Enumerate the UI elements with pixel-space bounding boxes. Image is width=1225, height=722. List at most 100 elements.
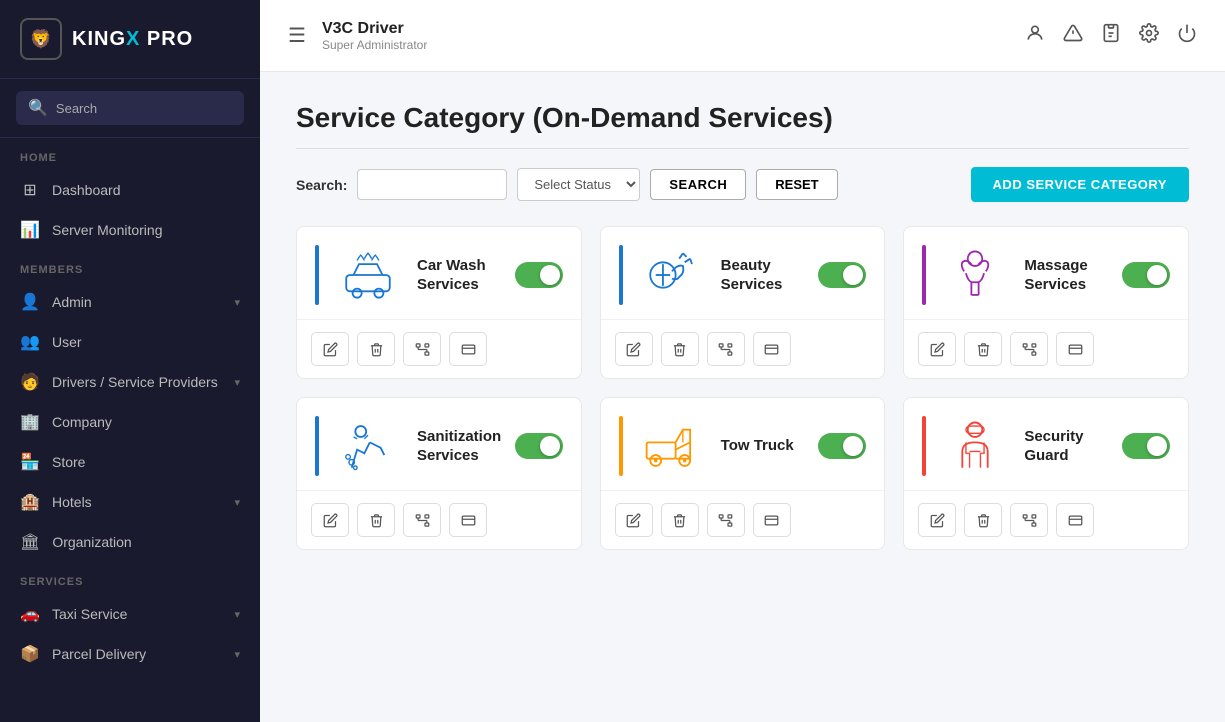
- massage-icon: [940, 245, 1010, 305]
- clipboard-icon[interactable]: [1101, 23, 1121, 48]
- hierarchy-button[interactable]: [707, 503, 745, 537]
- card-actions: [904, 491, 1188, 549]
- header-app-name: V3C Driver: [322, 20, 427, 38]
- card-border: [315, 416, 319, 476]
- sidebar-item-hotels[interactable]: 🏨 Hotels ▾: [0, 482, 260, 522]
- sidebar-item-drivers[interactable]: 🧑 Drivers / Service Providers ▾: [0, 362, 260, 402]
- security-guard-toggle[interactable]: [1122, 433, 1170, 459]
- sanitization-toggle[interactable]: [515, 433, 563, 459]
- add-service-category-button[interactable]: ADD SERVICE CATEGORY: [971, 167, 1189, 202]
- sidebar-item-organization[interactable]: 🏛 Organization: [0, 522, 260, 562]
- edit-button[interactable]: [615, 503, 653, 537]
- header-left: ☰ V3C Driver Super Administrator: [288, 20, 427, 52]
- sidebar-logo: 🦁 KINGX PRO: [0, 0, 260, 79]
- sidebar-item-label: Taxi Service: [52, 606, 222, 622]
- user-profile-icon[interactable]: [1025, 23, 1045, 48]
- delete-button[interactable]: [661, 332, 699, 366]
- card-actions: [601, 320, 885, 378]
- reset-button[interactable]: RESET: [756, 169, 837, 200]
- server-monitoring-icon: 📊: [20, 220, 40, 240]
- sidebar-item-store[interactable]: 🏪 Store: [0, 442, 260, 482]
- sidebar-item-server-monitoring[interactable]: 📊 Server Monitoring: [0, 210, 260, 250]
- car-wash-toggle[interactable]: [515, 262, 563, 288]
- service-card-security-guard: Security Guard: [903, 397, 1189, 550]
- card-actions: [601, 491, 885, 549]
- hierarchy-button[interactable]: [707, 332, 745, 366]
- header: ☰ V3C Driver Super Administrator: [260, 0, 1225, 72]
- hierarchy-button[interactable]: [403, 332, 441, 366]
- delete-button[interactable]: [661, 503, 699, 537]
- tow-truck-toggle[interactable]: [818, 433, 866, 459]
- service-name: Sanitization Services: [417, 427, 501, 466]
- main-content: ☰ V3C Driver Super Administrator: [260, 0, 1225, 722]
- card-view-button[interactable]: [449, 503, 487, 537]
- sidebar-item-dashboard[interactable]: ⊞ Dashboard: [0, 170, 260, 210]
- org-icon: 🏛: [20, 532, 40, 552]
- search-filter-bar: Search: Select Status Active Inactive SE…: [296, 167, 1189, 202]
- sidebar-item-parcel[interactable]: 📦 Parcel Delivery ▾: [0, 634, 260, 674]
- hierarchy-button[interactable]: [403, 503, 441, 537]
- hierarchy-button[interactable]: [1010, 332, 1048, 366]
- chevron-down-icon: ▾: [234, 608, 240, 621]
- card-border: [922, 416, 926, 476]
- delete-button[interactable]: [357, 503, 395, 537]
- card-border: [619, 416, 623, 476]
- admin-icon: 👤: [20, 292, 40, 312]
- card-actions: [904, 320, 1188, 378]
- service-card-car-wash: Car Wash Services: [296, 226, 582, 379]
- hotels-icon: 🏨: [20, 492, 40, 512]
- service-card-beauty: Beauty Services: [600, 226, 886, 379]
- edit-button[interactable]: [311, 332, 349, 366]
- sidebar-item-company[interactable]: 🏢 Company: [0, 402, 260, 442]
- card-border: [619, 245, 623, 305]
- dashboard-icon: ⊞: [20, 180, 40, 200]
- sidebar-item-user[interactable]: 👥 User: [0, 322, 260, 362]
- sidebar-item-label: Server Monitoring: [52, 222, 240, 238]
- settings-icon[interactable]: [1139, 23, 1159, 48]
- beauty-icon: [637, 245, 707, 305]
- service-card-sanitization: Sanitization Services: [296, 397, 582, 550]
- edit-button[interactable]: [918, 503, 956, 537]
- card-view-button[interactable]: [753, 503, 791, 537]
- card-view-button[interactable]: [1056, 332, 1094, 366]
- massage-toggle[interactable]: [1122, 262, 1170, 288]
- section-home: HOME: [0, 138, 260, 170]
- card-view-button[interactable]: [1056, 503, 1094, 537]
- status-select[interactable]: Select Status Active Inactive: [517, 168, 640, 201]
- sidebar-item-taxi[interactable]: 🚗 Taxi Service ▾: [0, 594, 260, 634]
- hierarchy-button[interactable]: [1010, 503, 1048, 537]
- sidebar-item-label: Parcel Delivery: [52, 646, 222, 662]
- edit-button[interactable]: [918, 332, 956, 366]
- sidebar-item-label: User: [52, 334, 240, 350]
- power-icon[interactable]: [1177, 23, 1197, 48]
- logo-icon: 🦁: [20, 18, 62, 60]
- card-view-button[interactable]: [753, 332, 791, 366]
- sidebar-search-container: 🔍: [0, 79, 260, 138]
- car-wash-icon: [333, 245, 403, 305]
- sidebar-item-admin[interactable]: 👤 Admin ▾: [0, 282, 260, 322]
- search-button[interactable]: SEARCH: [650, 169, 746, 200]
- beauty-toggle[interactable]: [818, 262, 866, 288]
- search-icon: 🔍: [28, 98, 48, 118]
- card-border: [922, 245, 926, 305]
- page-title: Service Category (On-Demand Services): [296, 102, 1189, 149]
- hamburger-icon[interactable]: ☰: [288, 23, 306, 48]
- edit-button[interactable]: [615, 332, 653, 366]
- search-label: Search:: [296, 177, 347, 193]
- delete-button[interactable]: [357, 332, 395, 366]
- search-input[interactable]: [357, 169, 507, 200]
- sanitization-icon: [333, 416, 403, 476]
- page-body: Service Category (On-Demand Services) Se…: [260, 72, 1225, 722]
- taxi-icon: 🚗: [20, 604, 40, 624]
- chevron-down-icon: ▾: [234, 496, 240, 509]
- security-guard-icon: [940, 416, 1010, 476]
- edit-button[interactable]: [311, 503, 349, 537]
- delete-button[interactable]: [964, 503, 1002, 537]
- delete-button[interactable]: [964, 332, 1002, 366]
- card-actions: [297, 320, 581, 378]
- sidebar: 🦁 KINGX PRO 🔍 HOME ⊞ Dashboard 📊 Server …: [0, 0, 260, 722]
- search-input[interactable]: [56, 101, 232, 116]
- service-card-massage: Massage Services: [903, 226, 1189, 379]
- card-view-button[interactable]: [449, 332, 487, 366]
- alert-icon[interactable]: [1063, 23, 1083, 48]
